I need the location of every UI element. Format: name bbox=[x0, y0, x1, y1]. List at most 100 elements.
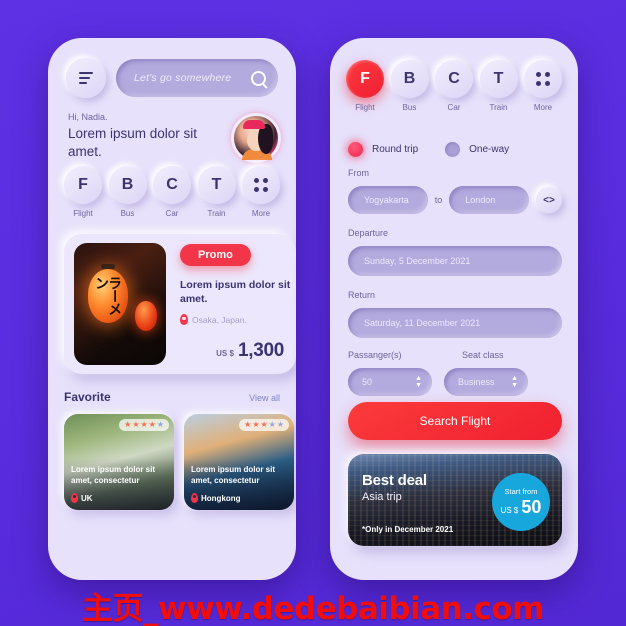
nav-item-more[interactable]: More bbox=[242, 166, 280, 218]
promo-price: US $ 1,300 bbox=[216, 340, 284, 362]
lantern-small-icon bbox=[135, 301, 157, 331]
nav-circle[interactable]: C bbox=[435, 60, 473, 98]
nav-item-flight[interactable]: F Flight bbox=[346, 60, 384, 112]
favorite-card[interactable]: ★ ★ ★ ★ ★ Lorem ipsum dolor sit amet, consect… bbox=[64, 414, 174, 510]
nav-label: Bus bbox=[402, 103, 417, 112]
grid-dots-icon bbox=[254, 178, 268, 192]
origin-value: Yogyakarta bbox=[364, 195, 409, 205]
avatar[interactable] bbox=[234, 116, 278, 160]
nav-circle[interactable]: T bbox=[479, 60, 518, 98]
departure-input[interactable]: Sunday, 5 December 2021 bbox=[348, 246, 562, 276]
map-pin-icon bbox=[71, 493, 78, 503]
nav-label: More bbox=[251, 209, 271, 218]
favorite-location-text: UK bbox=[81, 493, 93, 503]
from-to-row: Yogyakarta to London <> bbox=[348, 186, 563, 214]
nav-label: Car bbox=[447, 103, 461, 112]
star-icon: ★ bbox=[148, 420, 156, 429]
nav-label: Car bbox=[165, 209, 179, 218]
nav-item-train[interactable]: T Train bbox=[197, 166, 236, 218]
nav-circle[interactable]: F bbox=[64, 166, 102, 204]
nav-letter: T bbox=[211, 176, 222, 193]
return-input[interactable]: Saturday, 11 December 2021 bbox=[348, 308, 562, 338]
nav-item-train[interactable]: T Train bbox=[479, 60, 518, 112]
nav-letter: C bbox=[448, 70, 460, 87]
favorite-card[interactable]: ★ ★ ★ ★ ★ Lorem ipsum dolor sit amet, consect… bbox=[184, 414, 294, 510]
origin-input[interactable]: Yogyakarta bbox=[348, 186, 428, 214]
nav-letter: T bbox=[493, 70, 504, 87]
search-flight-button[interactable]: Search Flight bbox=[348, 402, 562, 440]
lantern-text: ラーメン bbox=[94, 276, 124, 315]
radio-round-trip[interactable] bbox=[348, 142, 363, 157]
star-icon: ★ bbox=[260, 420, 268, 429]
deal-title: Best deal bbox=[362, 472, 427, 489]
phone-home-screen: Let's go somewhere Hi, Nadia. Lorem ipsu… bbox=[48, 38, 296, 580]
destination-input[interactable]: London bbox=[449, 186, 530, 214]
nav-circle[interactable]: T bbox=[197, 166, 236, 204]
departure-label: Departure bbox=[348, 228, 389, 238]
nav-item-bus[interactable]: B Bus bbox=[390, 60, 429, 112]
nav-circle[interactable]: F bbox=[346, 60, 384, 98]
seat-class-select[interactable]: Business ▲ ▼ bbox=[444, 368, 528, 396]
nav-item-flight[interactable]: F Flight bbox=[64, 166, 102, 218]
nav-circle[interactable]: B bbox=[108, 166, 147, 204]
favorite-card-title: Lorem ipsum dolor sit amet, consectetur bbox=[71, 465, 156, 485]
nav-letter: B bbox=[121, 176, 134, 193]
seat-class-value: Business bbox=[458, 377, 495, 387]
lantern-large-icon: ラーメン bbox=[88, 264, 128, 323]
label-round-trip[interactable]: Round trip bbox=[372, 144, 418, 155]
deal-currency: US $ bbox=[500, 505, 519, 515]
search-icon[interactable] bbox=[251, 70, 266, 86]
nav-circle[interactable]: C bbox=[153, 166, 191, 204]
promo-image: ラーメン bbox=[74, 243, 166, 365]
rating-stars: ★ ★ ★ ★ ★ bbox=[119, 419, 169, 431]
nav-label: Train bbox=[489, 103, 508, 112]
nav-label: Bus bbox=[120, 209, 135, 218]
best-deal-banner[interactable]: Best deal Asia trip *Only in December 20… bbox=[348, 454, 562, 546]
view-all-link[interactable]: View all bbox=[249, 393, 280, 403]
trip-type-group: Round trip One-way bbox=[348, 142, 527, 157]
chevron-updown-icon[interactable]: ▲ ▼ bbox=[511, 375, 518, 389]
nav-item-car[interactable]: C Car bbox=[435, 60, 473, 112]
chevron-updown-icon[interactable]: ▲ ▼ bbox=[415, 375, 422, 389]
favorite-heading: Favorite bbox=[64, 390, 111, 404]
map-pin-icon bbox=[180, 314, 188, 325]
swap-arrows-icon[interactable]: <> bbox=[536, 187, 563, 213]
phone-search-screen: F Flight B Bus C Car T Train More Round trip One… bbox=[330, 38, 578, 580]
nav-letter: F bbox=[78, 176, 88, 193]
nav-label: Flight bbox=[355, 103, 375, 112]
nav-item-car[interactable]: C Car bbox=[153, 166, 191, 218]
hamburger-menu-button[interactable] bbox=[66, 58, 106, 98]
deal-price-badge: Start from US $ 50 bbox=[492, 473, 550, 531]
search-input[interactable]: Let's go somewhere bbox=[116, 59, 278, 97]
nav-item-bus[interactable]: B Bus bbox=[108, 166, 147, 218]
nav-label: Train bbox=[207, 209, 226, 218]
nav-item-more[interactable]: More bbox=[524, 60, 562, 112]
star-icon: ★ bbox=[156, 420, 164, 429]
label-one-way[interactable]: One-way bbox=[469, 144, 509, 155]
star-icon: ★ bbox=[244, 420, 252, 429]
star-icon: ★ bbox=[140, 420, 148, 429]
to-label: to bbox=[434, 195, 443, 205]
avatar-hairband bbox=[243, 120, 265, 129]
return-label: Return bbox=[348, 290, 376, 300]
greeting-block: Hi, Nadia. Lorem ipsum dolor sit amet. bbox=[68, 112, 228, 161]
promo-amount: 1,300 bbox=[237, 340, 284, 361]
nav-circle[interactable] bbox=[524, 60, 562, 98]
home-category-nav: F Flight B Bus C Car T Train More bbox=[64, 166, 280, 218]
star-icon: ★ bbox=[276, 420, 284, 429]
star-icon: ★ bbox=[268, 420, 276, 429]
deal-note: *Only in December 2021 bbox=[362, 525, 454, 534]
passengers-stepper[interactable]: 50 ▲ ▼ bbox=[348, 368, 432, 396]
nav-letter: B bbox=[403, 70, 416, 87]
grid-dots-icon bbox=[536, 72, 550, 86]
favorite-card-title: Lorem ipsum dolor sit amet, consectetur bbox=[191, 465, 276, 485]
nav-circle[interactable] bbox=[242, 166, 280, 204]
nav-circle[interactable]: B bbox=[390, 60, 429, 98]
radio-one-way[interactable] bbox=[445, 142, 461, 157]
promo-card[interactable]: ラーメン Promo Lorem ipsum dolor sit amet. O… bbox=[64, 234, 296, 374]
deal-amount: 50 bbox=[521, 496, 542, 517]
star-icon: ★ bbox=[132, 420, 140, 429]
promo-location: Osaka, Japan. bbox=[180, 314, 247, 325]
nav-letter: C bbox=[166, 176, 178, 193]
passengers-label: Passanger(s) bbox=[348, 350, 402, 360]
